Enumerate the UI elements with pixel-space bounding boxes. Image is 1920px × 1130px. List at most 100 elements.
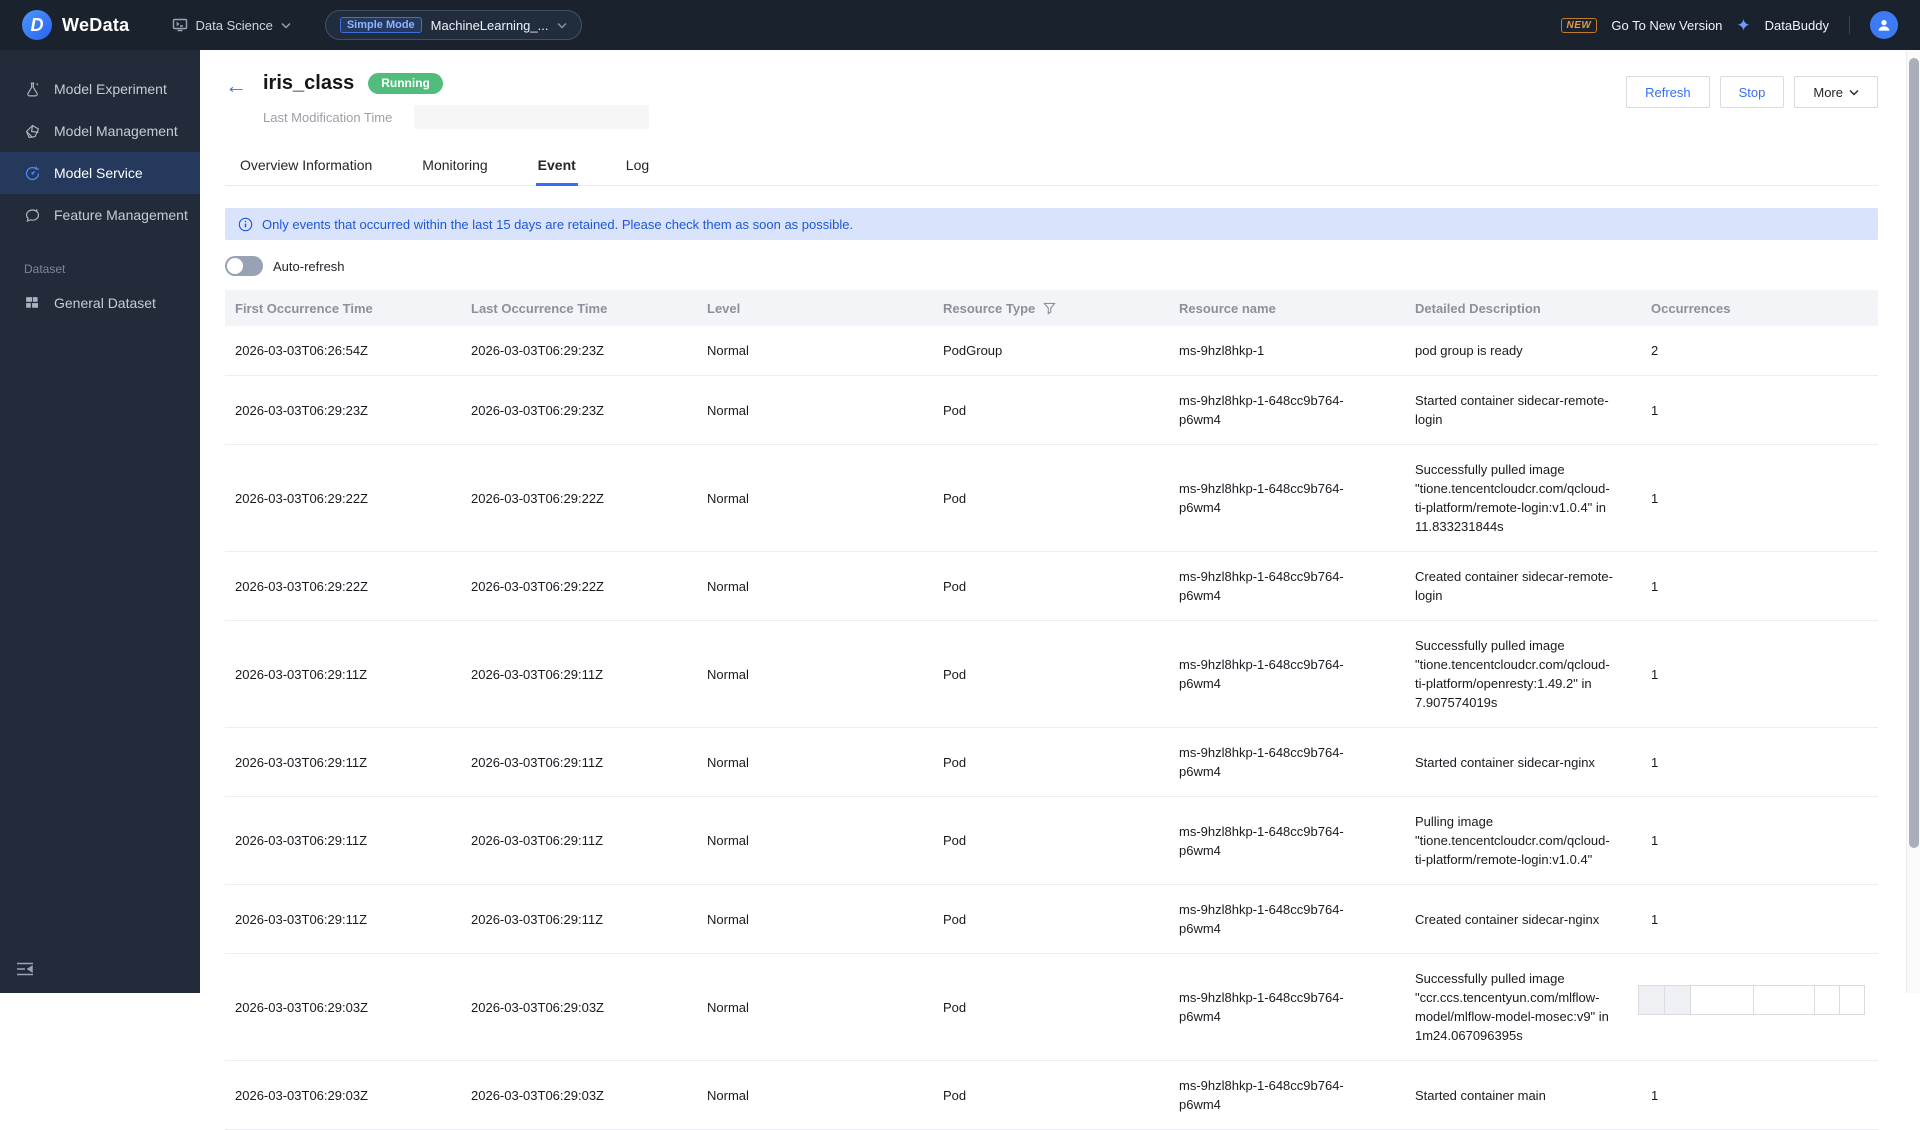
cell-detailed-description: Pulling image "tione.tencentcloudcr.com/… [1415, 814, 1610, 867]
cell-occurrences: 1 [1651, 578, 1659, 594]
info-icon [238, 217, 253, 231]
cell-resource-name: ms-9hzl8hkp-1-648cc9b764-p6wm4 [1179, 481, 1344, 515]
person-icon [1878, 20, 1890, 31]
sidebar-item-label: Model Management [54, 123, 178, 139]
cell-occurrences: 1 [1651, 666, 1659, 682]
sidebar-collapse-button[interactable] [16, 962, 34, 979]
cell-first-occurrence-time: 2026-03-03T06:26:54Z [235, 343, 368, 358]
databuddy-link[interactable]: DataBuddy [1765, 18, 1829, 33]
cell-first-occurrence-time: 2026-03-03T06:29:03Z [235, 999, 368, 1015]
pagination-next-button[interactable] [1814, 985, 1840, 1015]
cell-resource-name: ms-9hzl8hkp-1-648cc9b764-p6wm4 [1179, 823, 1344, 858]
cell-resource-type: Pod [943, 1087, 967, 1103]
sidebar-item-feature-management[interactable]: Feature Management [0, 194, 200, 236]
column-header-resource-type: Resource Type [933, 301, 1169, 316]
cell-resource-type: Pod [943, 666, 967, 682]
collapse-sidebar-icon [17, 962, 33, 976]
sidebar-item-label: Model Service [54, 165, 143, 181]
cell-first-occurrence-time: 2026-03-03T06:29:11Z [235, 666, 368, 682]
page-header: ← iris_class Running Last Modification T… [225, 50, 1878, 129]
databuddy-icon: ✦ [1736, 15, 1751, 35]
cell-last-occurrence-time: 2026-03-03T06:29:11Z [471, 666, 604, 682]
brand-name: WeData [62, 14, 130, 35]
cell-level: Normal [707, 490, 749, 506]
cell-detailed-description: Created container sidecar-nginx [1415, 911, 1600, 927]
pagination-bar [1638, 985, 1865, 1015]
user-avatar[interactable] [1870, 11, 1898, 39]
cell-last-occurrence-time: 2026-03-03T06:29:11Z [471, 833, 604, 848]
more-button[interactable]: More [1794, 76, 1878, 108]
sidebar-section-dataset: Dataset [24, 262, 66, 276]
cell-first-occurrence-time: 2026-03-03T06:29:23Z [235, 402, 368, 418]
cell-resource-type: Pod [943, 490, 967, 506]
refresh-button[interactable]: Refresh [1626, 76, 1710, 108]
tab-event[interactable]: Event [535, 149, 578, 186]
cell-occurrences: 2 [1651, 343, 1659, 358]
cell-first-occurrence-time: 2026-03-03T06:29:03Z [235, 1087, 368, 1103]
cell-last-occurrence-time: 2026-03-03T06:29:22Z [471, 490, 604, 506]
scrollbar-thumb[interactable] [1909, 58, 1919, 848]
cell-first-occurrence-time: 2026-03-03T06:29:11Z [235, 911, 368, 927]
cell-detailed-description: Created container sidecar-remote-login [1415, 569, 1613, 603]
project-selector[interactable]: Simple Mode MachineLearning_... [324, 10, 583, 40]
cell-occurrences: 1 [1651, 833, 1659, 848]
pagination-size-select[interactable] [1753, 985, 1815, 1015]
go-to-new-version-link[interactable]: Go To New Version [1611, 18, 1722, 33]
new-badge: NEW [1560, 17, 1598, 33]
sidebar: Model Experiment Model Management Model … [0, 50, 200, 993]
cell-first-occurrence-time: 2026-03-03T06:29:22Z [235, 490, 368, 506]
vertical-scrollbar[interactable] [1906, 50, 1920, 993]
chevron-down-icon [1849, 89, 1859, 95]
pagination-prev-button[interactable] [1638, 985, 1665, 1015]
table-row: 2026-03-03T06:29:23Z 2026-03-03T06:29:23Z… [225, 376, 1878, 445]
model-tag-icon [25, 124, 40, 138]
cell-level: Normal [707, 754, 749, 770]
tab-log[interactable]: Log [624, 149, 651, 185]
cell-level: Normal [707, 666, 749, 682]
cell-occurrences: 1 [1651, 490, 1659, 506]
event-table: First Occurrence Time Last Occurrence Ti… [225, 290, 1878, 1130]
sidebar-item-model-experiment[interactable]: Model Experiment [0, 68, 200, 110]
sidebar-item-general-dataset[interactable]: General Dataset [0, 282, 200, 324]
cell-resource-type: Pod [943, 754, 967, 770]
wedata-logo-icon: D [22, 10, 52, 40]
chevron-down-icon [557, 22, 567, 28]
tab-bar: Overview Information Monitoring Event Lo… [225, 149, 1878, 186]
cell-last-occurrence-time: 2026-03-03T06:29:03Z [471, 1087, 604, 1103]
cell-detailed-description: Started container main [1415, 1087, 1546, 1103]
column-header-last-occurrence: Last Occurrence Time [471, 300, 608, 316]
cell-first-occurrence-time: 2026-03-03T06:29:22Z [235, 578, 368, 594]
sidebar-item-model-service[interactable]: Model Service [0, 152, 200, 194]
back-button[interactable]: ← [225, 72, 263, 129]
table-row: 2026-03-03T06:29:11Z 2026-03-03T06:29:11Z… [225, 797, 1878, 885]
auto-refresh-toggle[interactable] [225, 256, 263, 276]
stop-button[interactable]: Stop [1719, 76, 1785, 108]
grid-icon [26, 296, 39, 308]
table-header-row: First Occurrence Time Last Occurrence Ti… [225, 290, 1878, 326]
column-header-first-occurrence: First Occurrence Time [235, 300, 373, 316]
retention-info-banner: Only events that occurred within the las… [225, 208, 1878, 240]
cell-occurrences: 1 [1651, 402, 1659, 418]
cell-resource-name: ms-9hzl8hkp-1-648cc9b764-p6wm4 [1179, 657, 1344, 691]
sidebar-item-label: Model Experiment [54, 81, 167, 97]
table-row: 2026-03-03T06:29:03Z 2026-03-03T06:29:03Z… [225, 1061, 1878, 1130]
tab-overview-information[interactable]: Overview Information [238, 149, 374, 185]
auto-refresh-label: Auto-refresh [273, 258, 345, 274]
tab-monitoring[interactable]: Monitoring [420, 149, 489, 185]
table-row: 2026-03-03T06:29:11Z 2026-03-03T06:29:11Z… [225, 885, 1878, 954]
pagination-last-button[interactable] [1839, 985, 1865, 1015]
cell-detailed-description: pod group is ready [1415, 343, 1523, 358]
table-row: 2026-03-03T06:29:22Z 2026-03-03T06:29:22Z… [225, 552, 1878, 621]
product-menu-data-science[interactable]: Data Science [172, 17, 291, 33]
cell-occurrences: 1 [1651, 1087, 1659, 1103]
cell-level: Normal [707, 343, 749, 358]
cell-level: Normal [707, 999, 749, 1015]
column-header-resource-name: Resource name [1179, 300, 1276, 316]
pagination-page-input[interactable] [1690, 985, 1754, 1015]
cell-resource-type: Pod [943, 833, 967, 848]
column-header-occurrences: Occurrences [1651, 300, 1731, 316]
pagination-page-button[interactable] [1664, 985, 1691, 1015]
sidebar-item-model-management[interactable]: Model Management [0, 110, 200, 152]
filter-funnel-icon[interactable] [1043, 302, 1057, 315]
cell-first-occurrence-time: 2026-03-03T06:29:11Z [235, 754, 368, 770]
